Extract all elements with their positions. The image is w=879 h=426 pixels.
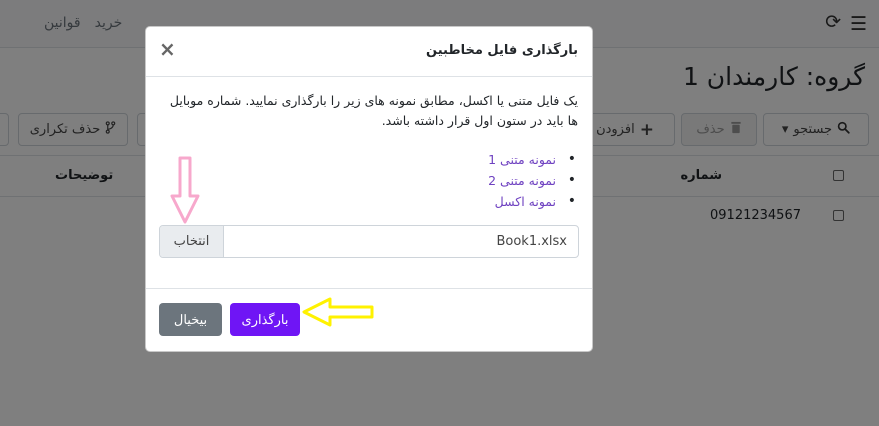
upload-button[interactable]: بارگذاری	[230, 303, 300, 336]
yellow-arrow-left-icon	[302, 297, 374, 327]
sample-link-excel[interactable]: نمونه اکسل	[488, 191, 576, 212]
modal-title: بارگذاری فایل مخاطبین	[426, 43, 578, 58]
pink-arrow-down-icon	[170, 156, 200, 224]
selected-file-name: Book1.xlsx	[496, 234, 567, 249]
upload-instructions: یک فایل متنی یا اکسل، مطابق نمونه های زی…	[169, 93, 578, 128]
sample-files-list: نمونه متنی 1 نمونه متنی 2 نمونه اکسل	[488, 149, 576, 212]
file-input[interactable]: Book1.xlsx انتخاب	[159, 225, 579, 258]
modal-body: یک فایل متنی یا اکسل، مطابق نمونه های زی…	[146, 78, 592, 290]
browse-button[interactable]: انتخاب	[160, 226, 224, 257]
close-icon[interactable]: ×	[159, 39, 176, 59]
modal-header: بارگذاری فایل مخاطبین ×	[146, 27, 592, 77]
sample-link-text-1[interactable]: نمونه متنی 1	[488, 149, 576, 170]
cancel-button[interactable]: بیخیال	[159, 303, 222, 336]
sample-link-text-2[interactable]: نمونه متنی 2	[488, 170, 576, 191]
